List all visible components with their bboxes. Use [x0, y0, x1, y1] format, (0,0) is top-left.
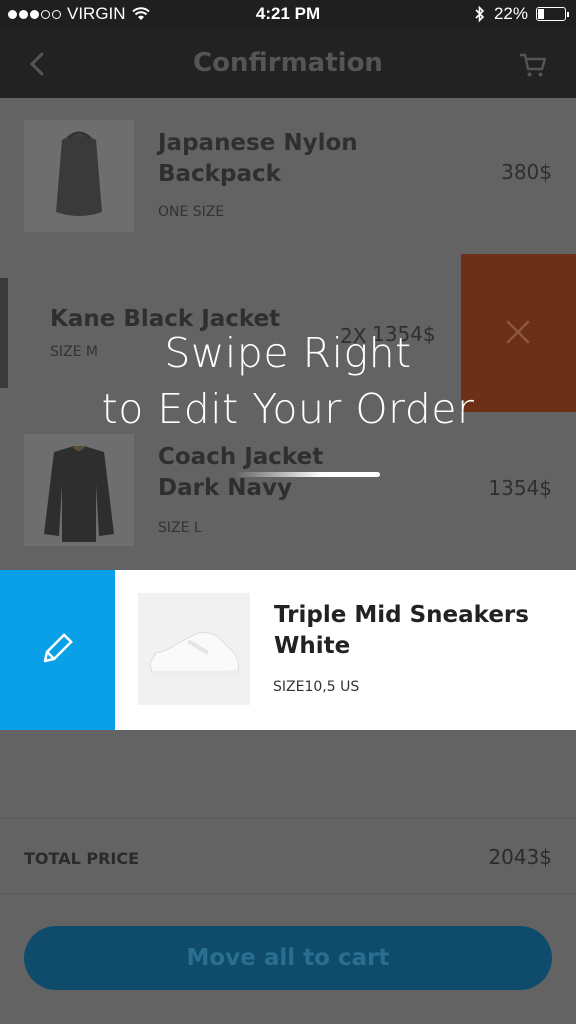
swipe-indicator — [234, 472, 380, 477]
nav-bar: Confirmation — [0, 28, 576, 98]
move-all-to-cart-button[interactable]: Move all to cart — [24, 926, 552, 990]
backpack-image — [56, 131, 102, 216]
product-image — [24, 120, 134, 232]
item-size: SIZE10,5 US — [273, 679, 360, 695]
edit-action[interactable] — [0, 570, 115, 730]
sneaker-image — [149, 632, 240, 677]
battery-percentage: 22% — [493, 4, 528, 23]
battery-icon — [536, 7, 569, 21]
pencil-icon — [43, 633, 73, 663]
total-value: 2043$ — [488, 845, 552, 869]
cart-icon[interactable] — [518, 50, 548, 80]
item-name: Triple Mid Sneakers White — [274, 602, 529, 659]
total-label: TOTAL PRICE — [24, 849, 140, 868]
list-item[interactable]: Japanese Nylon Backpack ONE SIZE 380$ — [0, 98, 576, 254]
bluetooth-icon — [475, 5, 485, 23]
swipe-hint-line2: to Edit Your Order — [101, 385, 475, 433]
page-title: Confirmation — [193, 48, 383, 78]
checkout-section: TOTAL PRICE 2043$ Move all to cart — [0, 730, 576, 1024]
item-name: Japanese Nylon Backpack — [158, 130, 358, 187]
total-row: TOTAL PRICE 2043$ — [0, 818, 576, 894]
product-image — [24, 434, 134, 546]
product-image — [138, 593, 250, 705]
highlighted-list-item[interactable]: Triple Mid Sneakers White SIZE10,5 US — [0, 570, 576, 730]
swipe-hint-line1: Swipe Right — [164, 329, 412, 377]
item-price: 380$ — [501, 160, 552, 184]
status-bar: VIRGIN 4:21 PM 22% — [0, 0, 576, 28]
item-size: SIZE L — [158, 520, 202, 536]
item-price: 1354$ — [488, 476, 552, 500]
item-size: ONE SIZE — [158, 204, 225, 220]
jacket-image — [44, 446, 114, 542]
